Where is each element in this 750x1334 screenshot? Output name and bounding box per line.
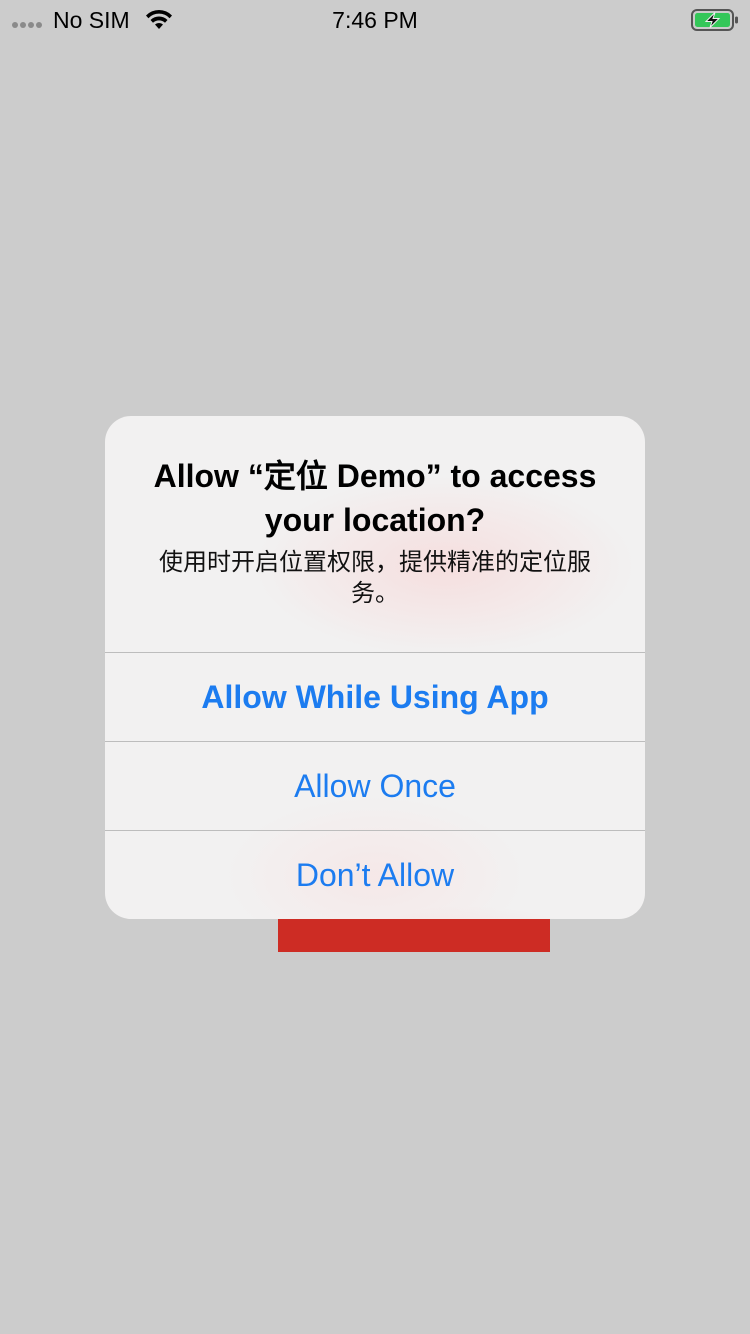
dont-allow-button[interactable]: Don’t Allow: [105, 831, 645, 919]
alert-message: 使用时开启位置权限，提供精准的定位服务。: [159, 549, 591, 607]
status-bar: No SIM 7:46 PM: [0, 0, 750, 40]
location-permission-alert: Allow “定位 Demo” to access your location?…: [105, 416, 645, 919]
allow-once-button[interactable]: Allow Once: [105, 742, 645, 830]
status-time: 7:46 PM: [332, 7, 418, 33]
battery-charging-icon: [691, 9, 738, 31]
allow-while-using-app-button[interactable]: Allow While Using App: [105, 653, 645, 741]
alert-title: Allow “定位 Demo” to access your location?: [153, 458, 597, 538]
alert-header: Allow “定位 Demo” to access your location?…: [105, 416, 645, 652]
